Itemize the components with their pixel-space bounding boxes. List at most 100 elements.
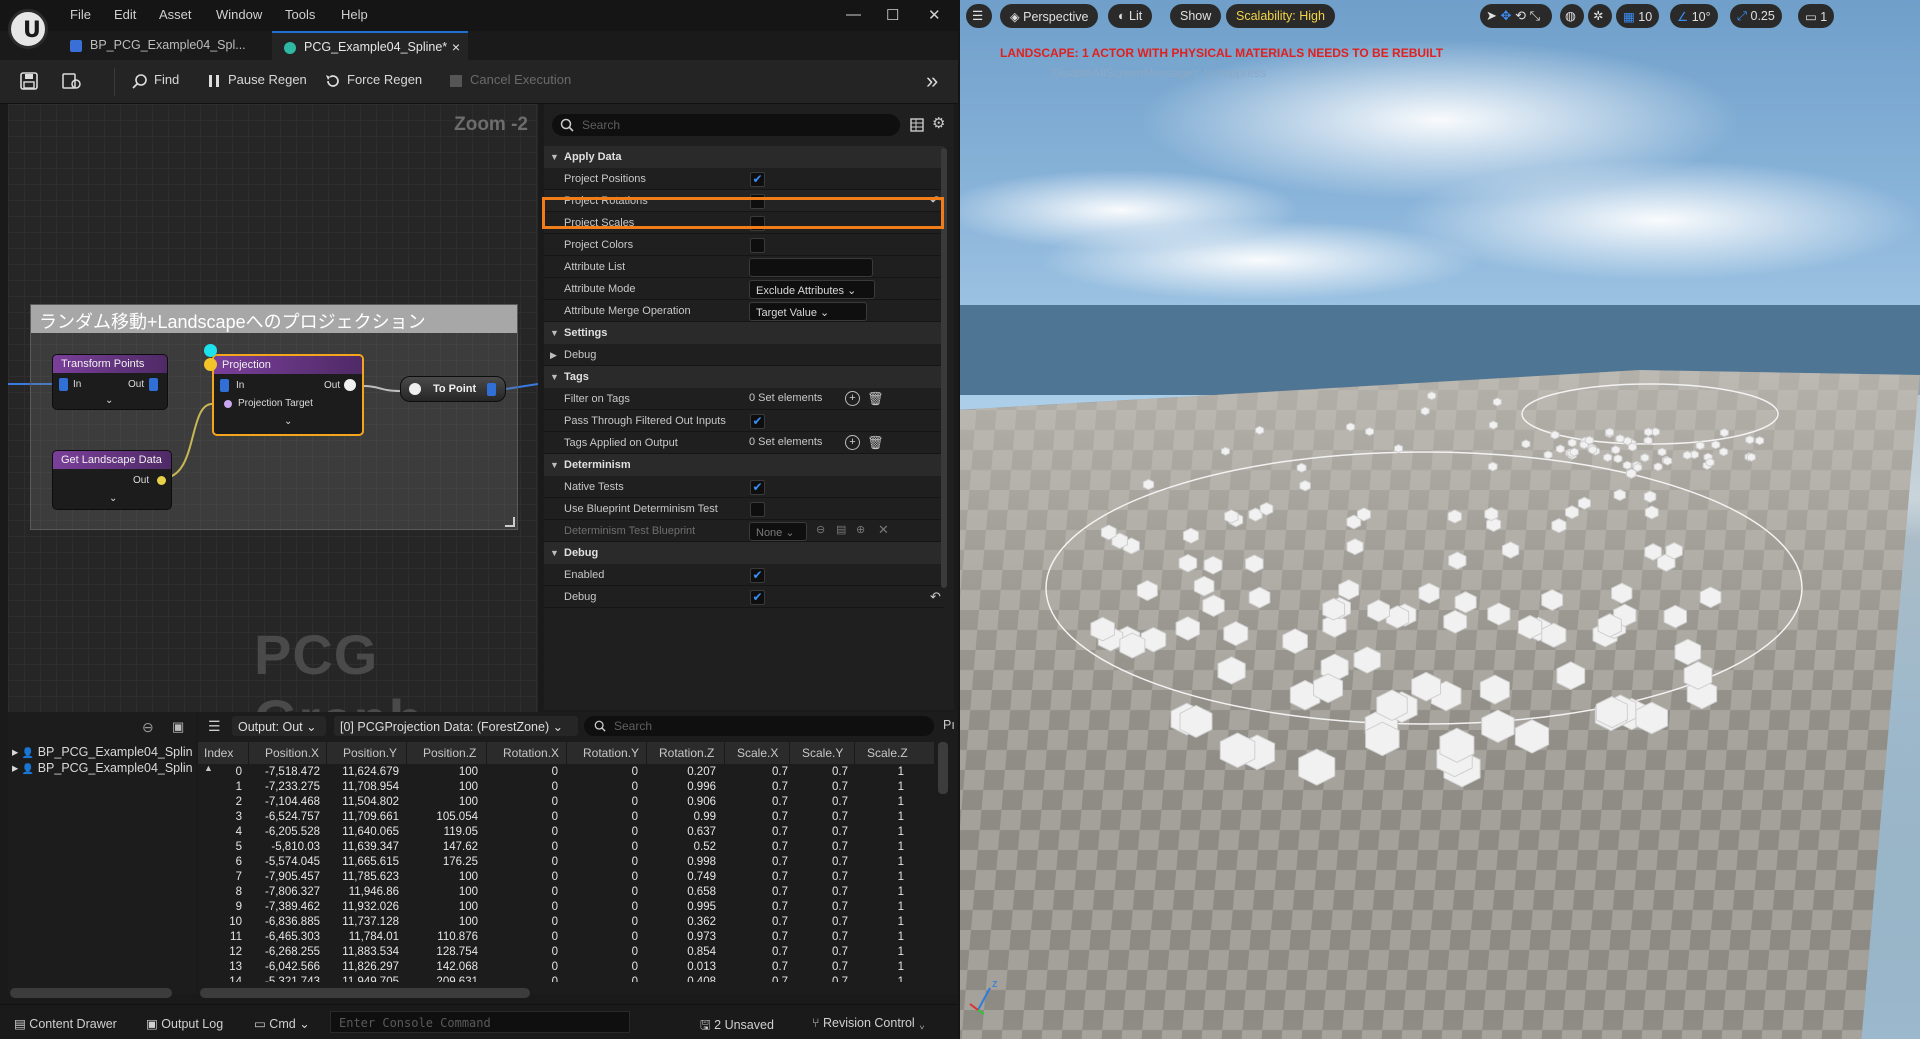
category-apply-data[interactable]: ▼ Apply Data <box>544 146 944 168</box>
column-header[interactable]: Position.Z <box>407 742 487 764</box>
browse-icon[interactable]: ▣ <box>172 719 184 735</box>
input-pin-icon[interactable] <box>220 379 229 392</box>
scalability-button[interactable]: Scalability: High <box>1226 4 1335 28</box>
column-header[interactable]: Rotation.X <box>487 742 567 764</box>
grid-snap-button[interactable]: ▦ 10 <box>1616 4 1660 28</box>
column-header[interactable]: Index ▲ <box>198 742 249 773</box>
browse-icon[interactable]: ▤ <box>836 523 846 536</box>
revision-control-button[interactable]: ⑂ Revision Control ⌄ <box>812 1016 926 1030</box>
scale-icon[interactable]: ⤡ <box>1530 8 1540 23</box>
reset-to-default-icon[interactable]: ↶ <box>930 589 941 605</box>
table-row[interactable]: 6 -5,574.045 11,665.615 176.25 0 0 0.998 0.7 0.7… <box>198 856 938 871</box>
pause-regen-button[interactable]: Pause Regen <box>206 72 307 89</box>
viewport-menu-icon[interactable]: ☰ <box>966 4 992 28</box>
table-row[interactable]: 7 -7,905.457 11,785.623 100 0 0 0.749 0.7 0.7 1 <box>198 871 938 886</box>
table-row[interactable]: 3 -6,524.757 11,709.661 105.054 0 0 0.99 0.7 0.7… <box>198 811 938 826</box>
table-row[interactable]: 9 -7,389.462 11,932.026 100 0 0 0.995 0.7 0.7 1 <box>198 901 938 916</box>
debug-checkbox[interactable]: ✔ <box>750 590 765 605</box>
table-row[interactable]: 10 -6,836.885 11,737.128 100 0 0 0.362 0.7 0.7 1 <box>198 916 938 931</box>
comment-title[interactable]: ランダム移動+Landscapeへのプロジェクション <box>31 305 517 333</box>
column-header[interactable]: Rotation.Y <box>567 742 647 764</box>
save-icon[interactable] <box>20 72 38 93</box>
attribute-mode-dropdown[interactable]: Exclude Attributes ⌄ <box>749 280 875 299</box>
menu-asset[interactable]: Asset <box>159 7 192 22</box>
det-bp-dropdown[interactable]: None ⌄ <box>749 522 807 541</box>
output-pin-icon[interactable] <box>157 476 166 485</box>
column-header[interactable]: Rotation.Z <box>647 742 725 764</box>
column-header[interactable]: Position.X <box>249 742 327 764</box>
attribute-merge-dropdown[interactable]: Target Value ⌄ <box>749 302 867 321</box>
rotation-snap-button[interactable]: ∠ 10° <box>1670 4 1718 28</box>
table-row[interactable]: 2 -7,104.468 11,504.802 100 0 0 0.906 0.7 0.7 1 <box>198 796 938 811</box>
add-element-icon[interactable]: + <box>845 435 860 450</box>
table-view-icon[interactable] <box>910 118 924 132</box>
enabled-checkbox[interactable]: ✔ <box>750 568 765 583</box>
table-row[interactable]: 0 -7,518.472 11,624.679 100 0 0 0.207 0.7 0.7 1 <box>198 766 938 781</box>
chevron-double-right-icon[interactable]: » <box>926 68 938 94</box>
output-pin-icon[interactable] <box>344 379 356 391</box>
world-space-icon[interactable]: ◍ <box>1560 4 1584 28</box>
unreal-logo-icon[interactable] <box>8 9 48 49</box>
back-arrow-icon[interactable]: ⊖ <box>142 719 154 736</box>
group-debug[interactable]: ▶ Debug <box>544 344 944 366</box>
resize-handle[interactable] <box>505 517 515 527</box>
table-row[interactable]: 1 -7,233.275 11,708.954 100 0 0 0.996 0.7 0.7 1 <box>198 781 938 796</box>
table-search-input[interactable]: Search <box>584 716 934 736</box>
table-row[interactable]: 14 -5,321.743 11,949.705 209.631 0 0 0.408 0.7 0… <box>198 976 938 982</box>
table-row[interactable]: 8 -7,806.327 11,946.86 100 0 0 0.658 0.7 0.7 1 <box>198 886 938 901</box>
unsaved-button[interactable]: 🖫 2 Unsaved <box>700 1016 774 1037</box>
cancel-execution-button[interactable]: Cancel Execution <box>448 72 571 89</box>
perspective-button[interactable]: ◈ Perspective <box>1000 4 1099 28</box>
data-dropdown[interactable]: [0] PCGProjection Data: (ForestZone) ⌄ <box>334 716 578 736</box>
find-button[interactable]: Find <box>132 72 179 89</box>
horizontal-scrollbar[interactable] <box>10 988 172 998</box>
input-pin-icon[interactable] <box>59 378 68 391</box>
tree-item[interactable]: ▸ 👤 BP_PCG_Example04_Splin <box>12 744 193 759</box>
close-tab-icon[interactable]: × <box>452 39 460 55</box>
output-log-button[interactable]: ▣ Output Log <box>146 1016 223 1031</box>
category-determinism[interactable]: ▼ Determinism <box>544 454 944 476</box>
output-dropdown[interactable]: Output: Out ⌄ <box>232 716 326 736</box>
cmd-dropdown[interactable]: ▭ Cmd ⌄ <box>254 1016 310 1031</box>
move-icon[interactable]: ✥ <box>1501 8 1512 23</box>
menu-file[interactable]: File <box>70 7 91 22</box>
inspect-marker-icon[interactable] <box>204 358 217 371</box>
node-get-landscape-data[interactable]: Get Landscape Data Out ⌄ <box>52 450 172 510</box>
menu-edit[interactable]: Edit <box>114 7 136 22</box>
category-tags[interactable]: ▼ Tags <box>544 366 944 388</box>
close-window-icon[interactable]: ✕ <box>928 6 941 24</box>
content-drawer-button[interactable]: ▤ Content Drawer <box>14 1016 117 1031</box>
maximize-icon[interactable]: ☐ <box>886 6 899 24</box>
output-pin-icon[interactable] <box>487 383 496 396</box>
rotate-icon[interactable]: ⟲ <box>1515 8 1526 23</box>
native-tests-checkbox[interactable]: ✔ <box>750 480 765 495</box>
target-pin-icon[interactable] <box>224 400 232 408</box>
debug-marker-icon[interactable] <box>204 344 217 357</box>
chevron-down-icon[interactable]: ⌄ <box>284 416 292 427</box>
menu-help[interactable]: Help <box>341 7 368 22</box>
level-viewport[interactable]: ☰ ◈ Perspective ◐ Lit Show Scalability: … <box>960 0 1920 1039</box>
table-row[interactable]: 4 -6,205.528 11,640.065 119.05 0 0 0.637 0.7 0.7… <box>198 826 938 841</box>
menu-tools[interactable]: Tools <box>285 7 315 22</box>
tab-pcg-graph[interactable]: PCG_Example04_Spline* × <box>272 31 468 60</box>
horizontal-scrollbar[interactable] <box>200 988 530 998</box>
transform-tools[interactable]: ➤ ✥ ⟲ ⤡ <box>1480 4 1552 28</box>
pass-through-checkbox[interactable]: ✔ <box>750 414 765 429</box>
force-regen-button[interactable]: Force Regen <box>325 72 422 89</box>
scale-snap-button[interactable]: ⤢ 0.25 <box>1730 4 1782 28</box>
minimize-icon[interactable]: — <box>846 6 861 23</box>
menu-window[interactable]: Window <box>216 7 262 22</box>
use-selected-icon[interactable]: ⊖ <box>816 523 825 536</box>
column-header[interactable]: Scale.Z <box>855 742 935 764</box>
category-settings[interactable]: ▼ Settings <box>544 322 944 344</box>
column-header[interactable]: Scale.Y <box>790 742 855 764</box>
clear-icon[interactable]: ✕ <box>878 522 889 538</box>
camera-speed-button[interactable]: ▭ 1 <box>1798 4 1835 28</box>
use-bp-test-checkbox[interactable] <box>750 502 765 517</box>
column-header[interactable]: Position.Y <box>327 742 407 764</box>
table-row[interactable]: 5 -5,810.03 11,639.347 147.62 0 0 0.52 0.7 0.7 1 <box>198 841 938 856</box>
console-input[interactable]: Enter Console Command <box>330 1011 630 1033</box>
add-icon[interactable]: ⊕ <box>856 523 865 536</box>
project-colors-checkbox[interactable] <box>750 238 765 253</box>
project-positions-checkbox[interactable]: ✔ <box>750 172 765 187</box>
